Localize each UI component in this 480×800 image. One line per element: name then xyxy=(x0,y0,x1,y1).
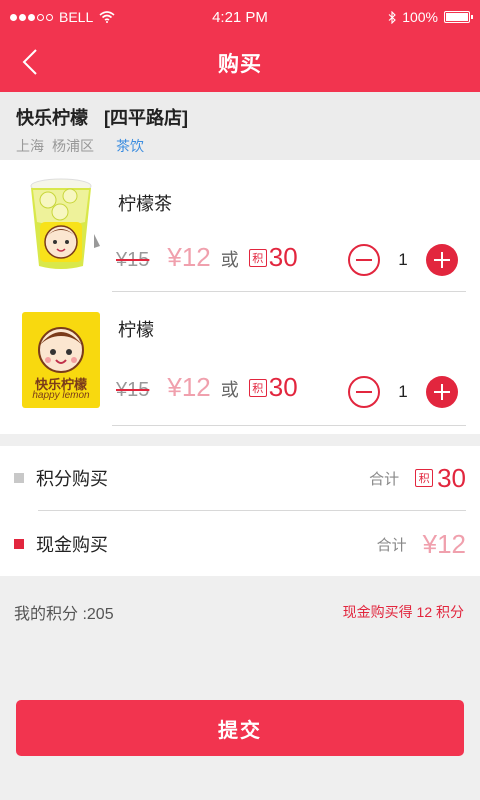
lemon-tea-image xyxy=(22,176,100,272)
quantity-stepper: 1 xyxy=(348,376,458,408)
product-list: 柠檬茶 ¥15 ¥12 或 积 30 1 快乐柠檬 happy lemon 柠檬… xyxy=(0,160,480,434)
minus-icon xyxy=(356,391,372,393)
decrease-button[interactable] xyxy=(348,376,380,408)
original-price: ¥15 xyxy=(116,249,150,271)
cash-option-label: 现金购买 xyxy=(36,535,108,555)
quantity-value: 1 xyxy=(398,250,408,269)
product-item: 柠檬茶 ¥15 ¥12 或 积 30 1 xyxy=(0,160,480,292)
product-item: 快乐柠檬 happy lemon 柠檬 ¥15 ¥12 或 积 30 1 xyxy=(0,294,480,426)
status-bar: BELL 4:21 PM 100% xyxy=(0,0,480,34)
product-name: 柠檬茶 xyxy=(118,194,172,214)
status-left: BELL xyxy=(10,9,115,25)
nav-bar: 购买 xyxy=(0,34,480,92)
back-button[interactable] xyxy=(10,42,50,82)
points-total-value: 30 xyxy=(437,462,466,493)
increase-button[interactable] xyxy=(426,376,458,408)
divider xyxy=(112,425,466,426)
store-city: 上海 xyxy=(16,138,44,154)
cash-purchase-option[interactable]: 现金购买 合计 ¥12 xyxy=(0,512,480,576)
plus-icon xyxy=(434,252,450,268)
sale-price: ¥12 xyxy=(167,372,211,402)
header: BELL 4:21 PM 100% 购买 xyxy=(0,0,480,92)
cash-total-label: 合计 xyxy=(376,536,407,554)
divider xyxy=(112,291,466,292)
store-district: 杨浦区 xyxy=(52,138,94,154)
price-row: ¥15 ¥12 或 积 30 xyxy=(116,242,298,273)
store-branch: [四平路店] xyxy=(104,108,188,128)
points-total-label: 合计 xyxy=(369,470,400,488)
my-points: 我的积分 :205 xyxy=(14,606,114,623)
quantity-value: 1 xyxy=(398,382,408,401)
points-info: 我的积分 :205 现金购买得 12 积分 xyxy=(14,600,464,624)
increase-button[interactable] xyxy=(426,244,458,276)
store-category[interactable]: 茶饮 xyxy=(116,136,144,156)
cash-option-marker xyxy=(14,539,24,549)
points-option-marker xyxy=(14,473,24,483)
plus-icon xyxy=(434,384,450,400)
quantity-stepper: 1 xyxy=(348,244,458,276)
store-name: 快乐柠檬 xyxy=(16,108,88,128)
points-option-label: 积分购买 xyxy=(36,469,108,489)
submit-button[interactable]: 提交 xyxy=(16,700,464,756)
product-name: 柠檬 xyxy=(118,320,154,340)
sale-price: ¥12 xyxy=(167,242,211,272)
status-right: 100% xyxy=(388,9,473,25)
or-label: 或 xyxy=(220,250,239,270)
cash-total-value: ¥12 xyxy=(422,528,466,559)
minus-icon xyxy=(356,259,372,261)
battery-label: 100% xyxy=(402,9,438,25)
logo-subtext: happy lemon xyxy=(32,390,90,401)
original-price: ¥15 xyxy=(116,379,150,401)
purchase-options: 积分购买 合计 积 30 现金购买 合计 ¥12 xyxy=(0,446,480,576)
or-label: 或 xyxy=(220,380,239,400)
store-meta: 上海 杨浦区 茶饮 xyxy=(16,136,464,156)
divider xyxy=(38,510,466,511)
decrease-button[interactable] xyxy=(348,244,380,276)
cash-reward-note: 现金购买得 12 积分 xyxy=(342,604,464,620)
points-purchase-option[interactable]: 积分购买 合计 积 30 xyxy=(0,446,480,510)
bluetooth-icon xyxy=(388,10,396,24)
happy-lemon-logo: 快乐柠檬 happy lemon xyxy=(22,312,100,408)
points-badge: 积 xyxy=(248,248,267,267)
carrier-label: BELL xyxy=(59,9,94,25)
chevron-left-icon xyxy=(22,49,37,75)
store-title: 快乐柠檬 [四平路店] xyxy=(16,104,464,130)
price-row: ¥15 ¥12 或 积 30 xyxy=(116,372,298,403)
battery-icon xyxy=(444,11,473,23)
points-badge: 积 xyxy=(415,469,434,487)
store-info: 快乐柠檬 [四平路店] 上海 杨浦区 茶饮 xyxy=(0,92,480,160)
points-price: 30 xyxy=(268,372,298,402)
signal-icon xyxy=(10,13,53,21)
wifi-icon xyxy=(99,11,115,23)
points-price: 30 xyxy=(268,242,298,272)
page-title: 购买 xyxy=(218,53,262,76)
points-badge: 积 xyxy=(248,378,267,397)
